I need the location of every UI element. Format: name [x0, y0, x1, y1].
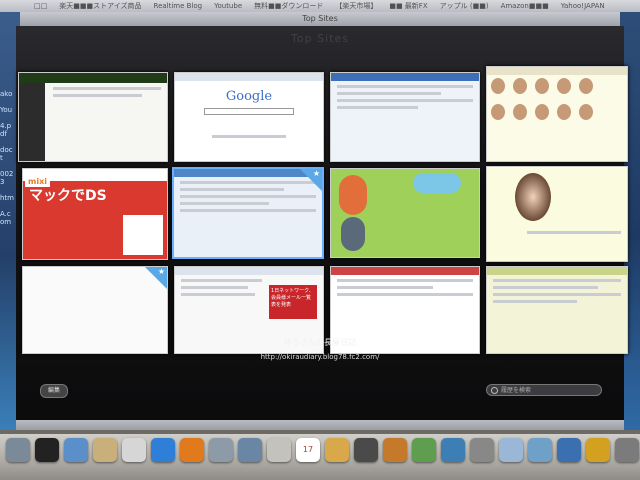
app-icon[interactable]: [354, 438, 378, 462]
promo-banner: 1日ネットワーク、会員様メール一覧表を発表: [269, 285, 317, 319]
search-icon: [491, 387, 498, 394]
safari-icon[interactable]: [151, 438, 175, 462]
bookmark-item[interactable]: アップル (■■): [440, 1, 489, 11]
calendar-icon[interactable]: 17: [296, 438, 320, 462]
app-icon[interactable]: [557, 438, 581, 462]
site-thumbnail-game[interactable]: [330, 168, 480, 258]
app-icon[interactable]: [499, 438, 523, 462]
bookmark-item[interactable]: Amazon■■■: [501, 2, 549, 10]
top-sites-grid: Google mixi マックでDS ★ ★ 1日ネットワーク、会員様メール一覧…: [16, 66, 628, 360]
desktop-file-labels: ako You 4.pdf doct 0023 htm A.com: [0, 90, 14, 226]
google-logo: Google: [225, 89, 273, 104]
pin-star-icon[interactable]: [145, 267, 167, 289]
search-placeholder: 履歴を検索: [501, 387, 532, 394]
bookmark-item[interactable]: 無料■■ダウンロード: [254, 1, 323, 11]
app-icon[interactable]: [528, 438, 552, 462]
dock-icons: 17: [6, 438, 639, 462]
bookmark-item[interactable]: ■■ 最新FX: [389, 1, 427, 11]
app-icon[interactable]: [267, 438, 291, 462]
bookmarks-bar: □□ 楽天■■■ストアイズ商品 Realtime Blog Youtube 無料…: [0, 0, 640, 12]
bookmark-item[interactable]: Youtube: [214, 2, 242, 10]
app-icon[interactable]: [238, 438, 262, 462]
bookmark-item[interactable]: 楽天■■■ストアイズ商品: [59, 1, 141, 11]
mixi-headline: マックでDS: [29, 188, 107, 204]
site-thumbnail-1[interactable]: [18, 72, 168, 162]
top-sites-header: Top Sites: [291, 32, 349, 45]
status-bar: [16, 420, 624, 430]
history-search-input[interactable]: 履歴を検索: [486, 384, 602, 396]
bookmark-item[interactable]: Realtime Blog: [154, 2, 203, 10]
preview-icon[interactable]: [93, 438, 117, 462]
app-icon[interactable]: [412, 438, 436, 462]
app-icon[interactable]: [470, 438, 494, 462]
app-icon[interactable]: [383, 438, 407, 462]
dock: 17: [0, 430, 640, 480]
site-title: ゆうさんの長屋日記: [284, 338, 356, 347]
site-thumbnail-portrait[interactable]: [486, 166, 628, 262]
textedit-icon[interactable]: [122, 438, 146, 462]
edit-button[interactable]: 編集: [40, 384, 68, 398]
app-icon[interactable]: [325, 438, 349, 462]
bookmark-item[interactable]: Yahoo!JAPAN: [561, 2, 605, 10]
site-thumbnail-3[interactable]: [330, 72, 480, 162]
bookmark-item[interactable]: □□: [34, 2, 47, 10]
site-thumbnail-4[interactable]: [486, 66, 628, 162]
firefox-icon[interactable]: [180, 438, 204, 462]
app-icon[interactable]: [586, 438, 610, 462]
site-thumbnail-blog-selected[interactable]: [172, 167, 324, 259]
bookmark-item[interactable]: 【楽天市場】: [335, 1, 377, 11]
portrait-image: [515, 173, 551, 221]
finder-icon[interactable]: [6, 438, 30, 462]
app-icon[interactable]: [209, 438, 233, 462]
site-url: http://okiraudiary.blog78.fc2.com/: [260, 353, 380, 361]
window-title: Top Sites: [20, 12, 620, 26]
mail-icon[interactable]: [64, 438, 88, 462]
site-thumbnail-mixi[interactable]: mixi マックでDS: [22, 168, 168, 260]
dock-shelf: [0, 430, 640, 434]
pin-star-icon[interactable]: [300, 169, 322, 191]
dashboard-icon[interactable]: [35, 438, 59, 462]
site-thumbnail-google[interactable]: Google: [174, 72, 324, 162]
top-sites-window: Top Sites Google mixi マックでDS ★ ★ 1日ネットワー…: [16, 26, 628, 430]
app-icon[interactable]: [615, 438, 639, 462]
hovered-site-caption: ゆうさんの長屋日記 http://okiraudiary.blog78.fc2.…: [16, 337, 624, 361]
app-icon[interactable]: [441, 438, 465, 462]
